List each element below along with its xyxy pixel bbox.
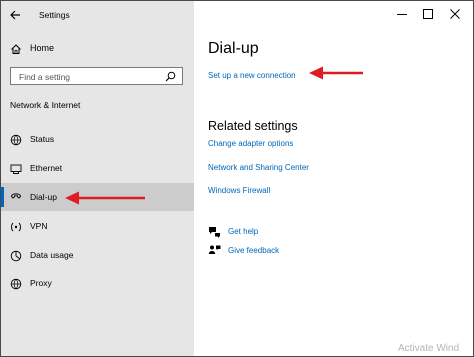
back-button[interactable] xyxy=(7,6,25,24)
network-sharing-center-link[interactable]: Network and Sharing Center xyxy=(208,163,309,172)
sidebar-item-label: Ethernet xyxy=(30,163,63,173)
get-help-icon xyxy=(209,227,220,238)
related-settings-heading: Related settings xyxy=(208,119,298,133)
get-help-row[interactable]: Get help xyxy=(208,225,358,239)
activation-watermark: Activate Wind xyxy=(398,343,460,354)
settings-window: Settings Home Find a setting Network & I… xyxy=(0,0,474,357)
windows-firewall-link[interactable]: Windows Firewall xyxy=(208,186,270,195)
vpn-icon xyxy=(11,222,21,232)
minimize-icon xyxy=(397,14,407,15)
sidebar-item-data-usage[interactable]: Data usage xyxy=(1,243,194,269)
sidebar-item-label: Proxy xyxy=(30,278,52,288)
home-label: Home xyxy=(30,43,55,53)
minimize-button[interactable] xyxy=(389,5,415,23)
sidebar-item-home[interactable]: Home xyxy=(1,39,194,59)
proxy-globe-icon xyxy=(10,278,22,290)
annotation-arrow-setup xyxy=(309,66,363,80)
get-help-link[interactable]: Get help xyxy=(228,227,258,236)
section-title: Network & Internet xyxy=(10,100,81,110)
search-icon xyxy=(165,71,176,82)
sidebar-item-vpn[interactable]: VPN xyxy=(1,214,194,240)
sidebar-item-label: Data usage xyxy=(30,250,74,260)
sidebar-item-label: Status xyxy=(30,134,55,144)
back-arrow-icon xyxy=(10,10,20,20)
main-content: Dial-up Set up a new connection Related … xyxy=(194,1,473,356)
change-adapter-options-link[interactable]: Change adapter options xyxy=(208,139,293,148)
annotation-arrow-dialup xyxy=(65,191,145,205)
sidebar-item-status[interactable]: Status xyxy=(1,127,194,153)
search-input[interactable]: Find a setting xyxy=(10,67,183,85)
page-title: Dial-up xyxy=(208,40,259,57)
sidebar-item-label: Dial-up xyxy=(30,192,57,202)
setup-new-connection-link[interactable]: Set up a new connection xyxy=(208,71,296,80)
status-globe-icon xyxy=(10,134,22,146)
ethernet-icon xyxy=(10,164,22,174)
dialup-icon xyxy=(11,193,21,199)
selection-indicator xyxy=(1,187,4,207)
app-title: Settings xyxy=(39,10,70,20)
data-usage-icon xyxy=(10,250,22,262)
give-feedback-row[interactable]: Give feedback xyxy=(208,244,358,258)
search-placeholder: Find a setting xyxy=(19,71,71,82)
give-feedback-link[interactable]: Give feedback xyxy=(228,246,279,255)
close-button[interactable] xyxy=(442,5,468,23)
home-icon xyxy=(11,44,21,54)
give-feedback-icon xyxy=(208,245,221,254)
sidebar-item-ethernet[interactable]: Ethernet xyxy=(1,156,194,182)
sidebar-item-label: VPN xyxy=(30,221,48,231)
maximize-icon xyxy=(423,9,433,19)
sidebar: Settings Home Find a setting Network & I… xyxy=(1,1,194,356)
close-icon xyxy=(450,9,460,19)
title-bar: Settings xyxy=(1,1,194,29)
sidebar-item-proxy[interactable]: Proxy xyxy=(1,271,194,297)
maximize-button[interactable] xyxy=(415,5,441,23)
